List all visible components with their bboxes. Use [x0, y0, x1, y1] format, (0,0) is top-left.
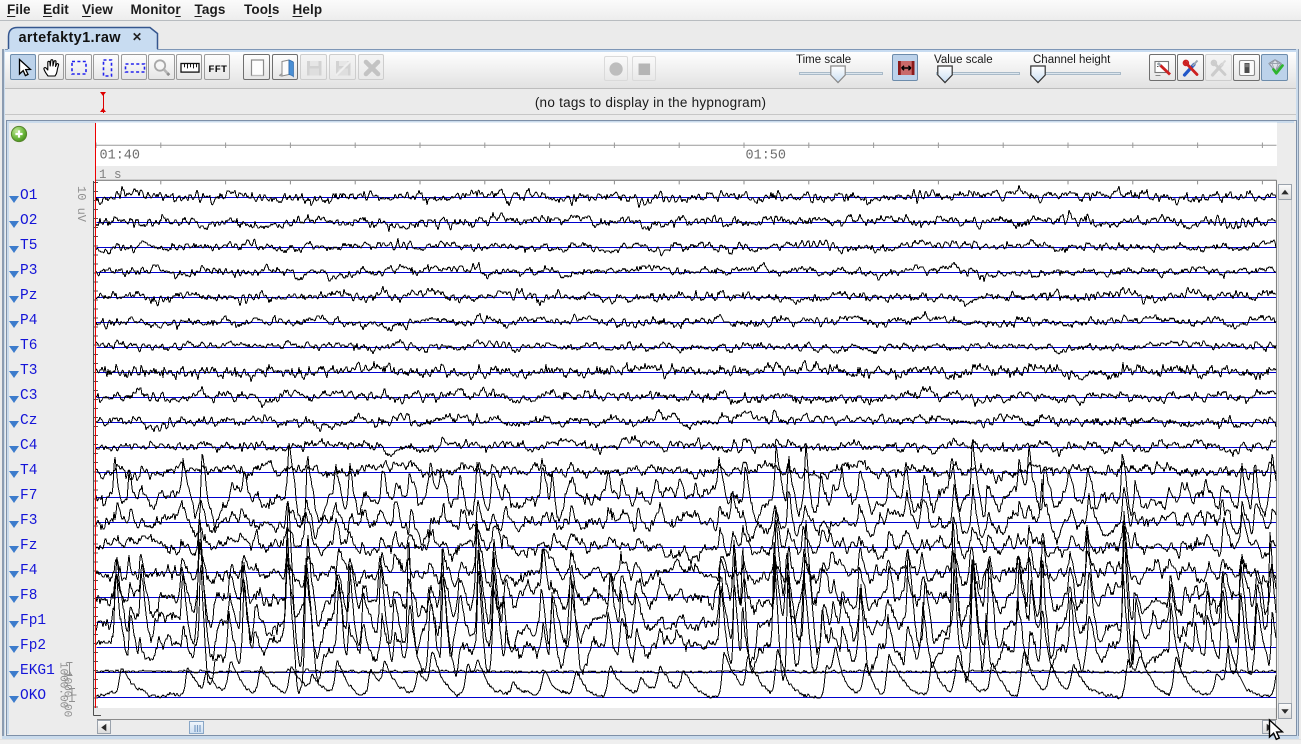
- svg-text:01:40: 01:40: [100, 149, 141, 164]
- svg-text:FFT: FFT: [208, 64, 227, 75]
- svg-text:1000.00: 1000.00: [61, 671, 73, 717]
- svg-text:01:50: 01:50: [746, 149, 787, 164]
